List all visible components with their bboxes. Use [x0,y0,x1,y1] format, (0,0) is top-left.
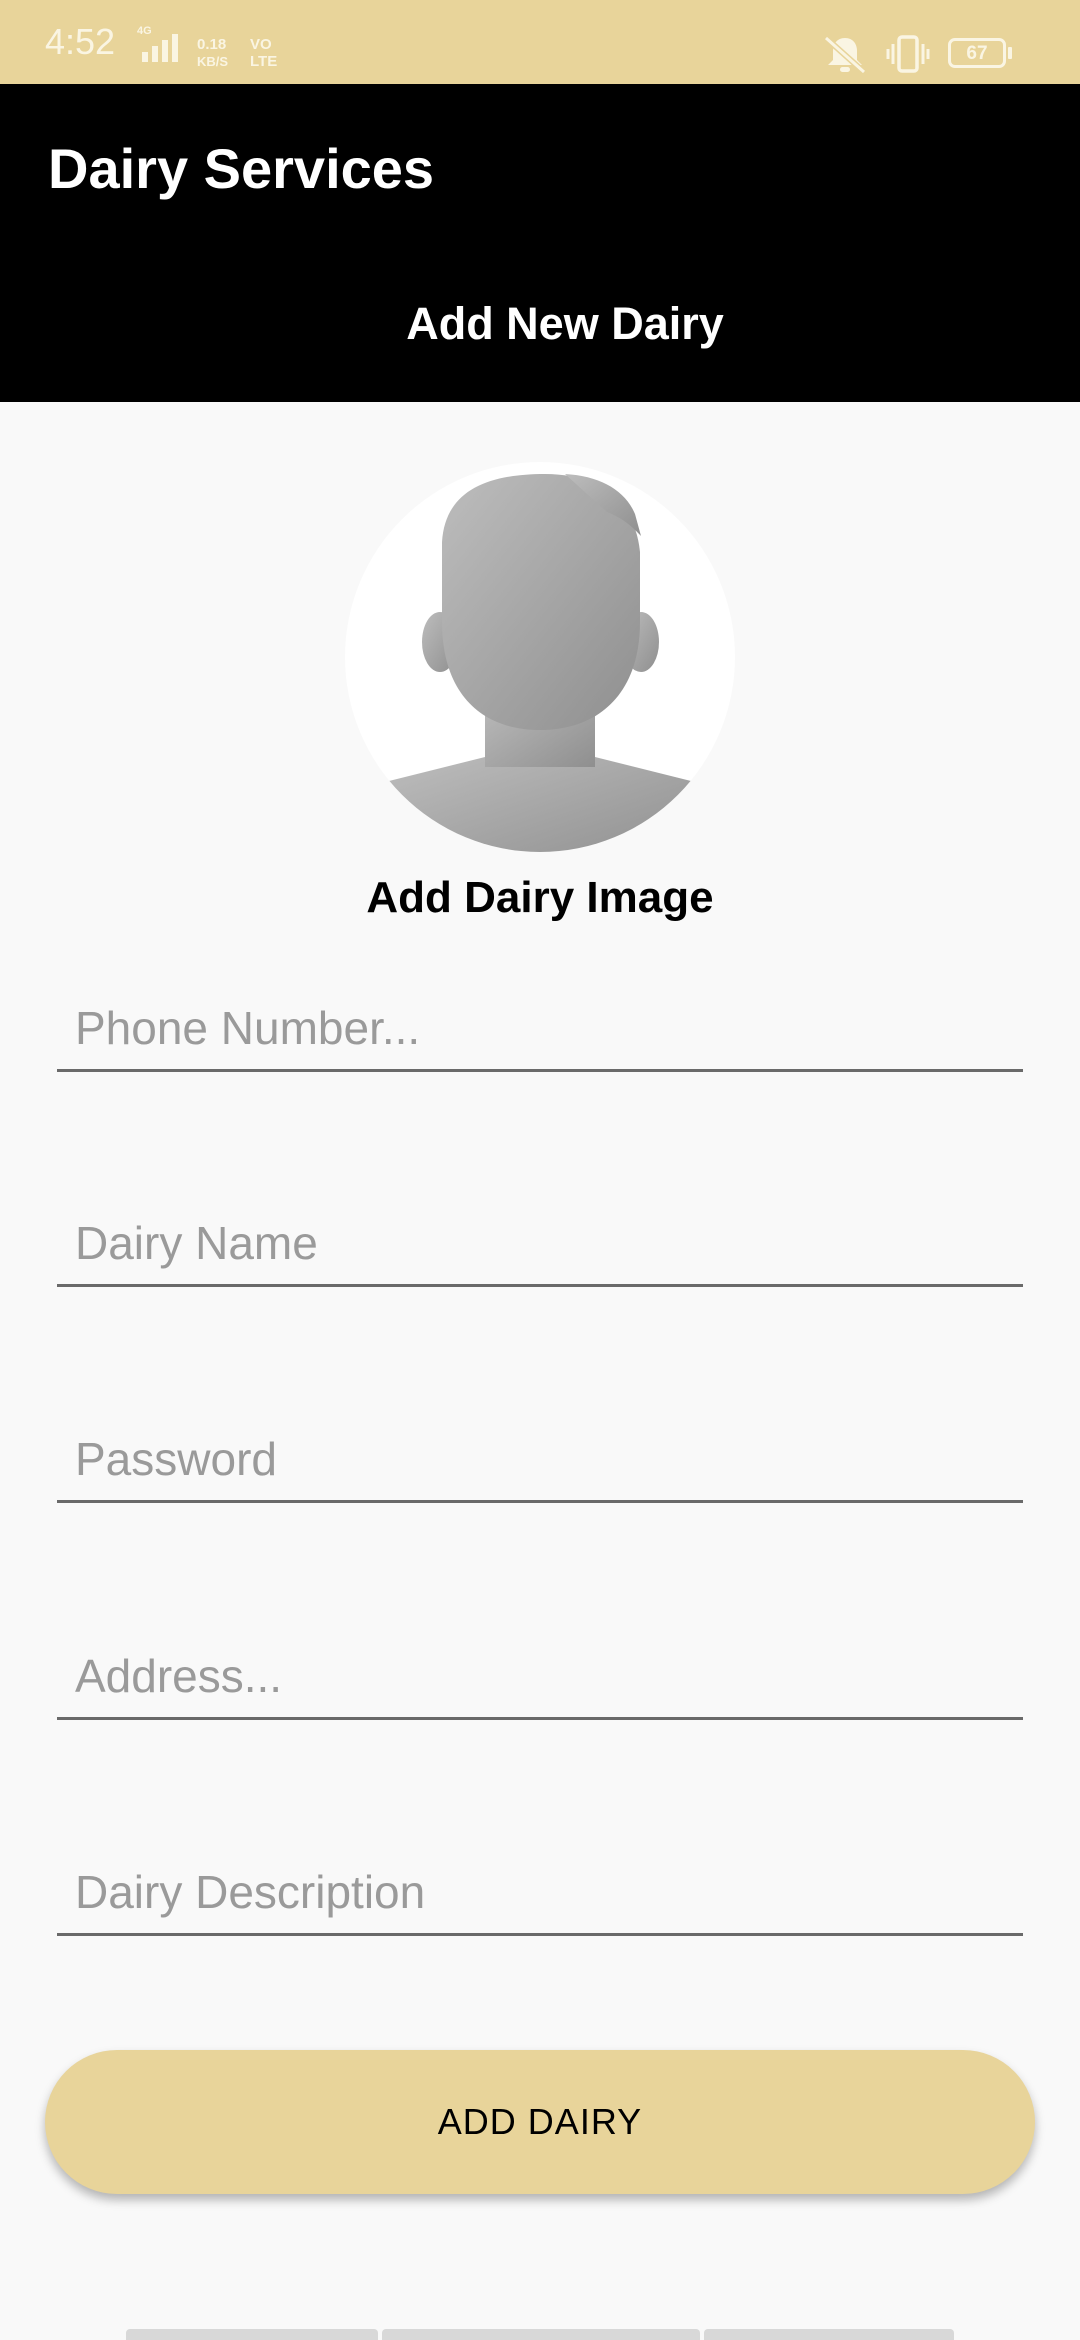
data-rate-unit: KB/S [197,54,229,69]
bottom-strip-left [126,2329,378,2340]
app-title: Dairy Services [48,137,435,200]
page-title: Add New Dairy [406,298,724,349]
battery-icon: 67 [948,38,1006,68]
person-placeholder-icon [385,474,695,852]
status-bar: 4:52 4G 0.18 KB/S VO LTE 67 [0,0,1080,84]
phone-number-input[interactable] [75,993,1005,1063]
dairy-image-picker[interactable] [345,462,735,852]
volte-bottom: LTE [250,53,278,70]
bottom-strip-center [382,2329,700,2340]
dairy-description-input[interactable] [75,1857,1005,1927]
battery-level: 67 [966,43,988,64]
phone-number-field-container [57,980,1023,1072]
dairy-description-field-container [57,1844,1023,1936]
volte-top: VO [250,36,272,53]
signal-icon [142,34,178,62]
password-field-container [57,1411,1023,1503]
mute-vibrate-icon [823,35,867,74]
password-input[interactable] [75,1424,1005,1494]
add-dairy-button[interactable]: ADD DAIRY [45,2050,1035,2194]
add-image-label: Add Dairy Image [366,873,714,922]
dairy-name-input[interactable] [75,1208,1005,1278]
address-input[interactable] [75,1641,1005,1711]
data-rate-value: 0.18 [197,36,227,53]
app-bar: Dairy Services Add New Dairy [0,84,1080,402]
address-field-container [57,1628,1023,1720]
bottom-strip-right [704,2329,954,2340]
dairy-name-field-container [57,1195,1023,1287]
vibrate-icon [886,35,930,73]
status-icons: 67 [820,0,1080,84]
status-time: 4:52 [45,21,116,62]
